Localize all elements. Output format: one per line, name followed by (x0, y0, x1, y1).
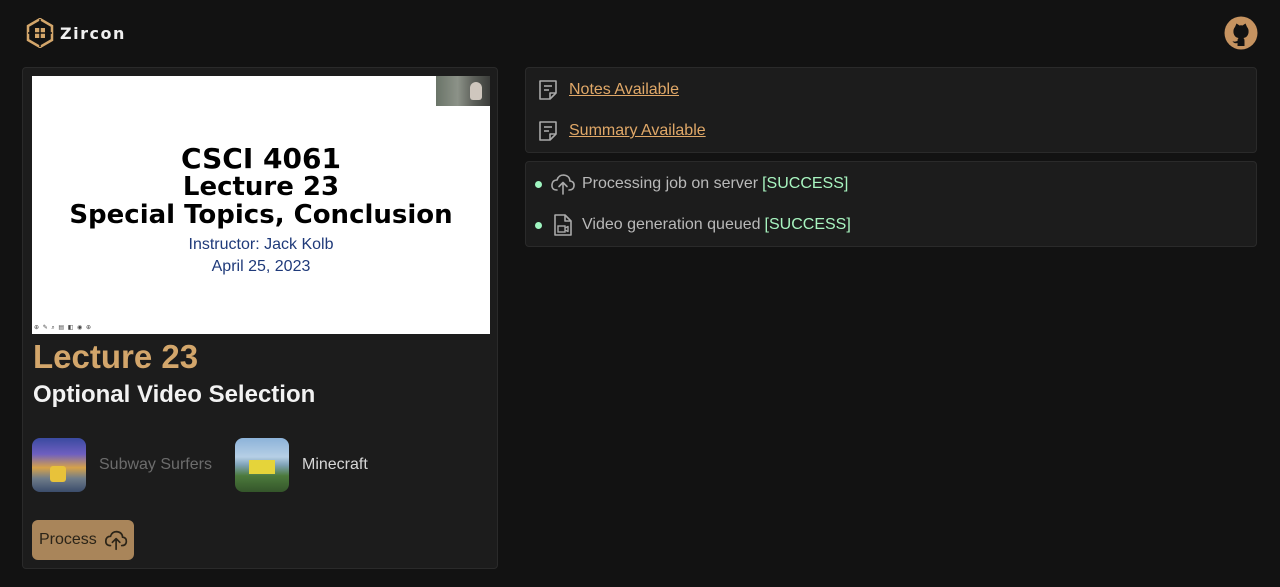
cloud-upload-icon (551, 174, 575, 195)
status-result: [SUCCESS] (762, 175, 849, 192)
slide-instructor: Instructor: Jack Kolb (188, 236, 334, 253)
app-name: Zircon (60, 23, 126, 43)
logo[interactable]: Zircon (26, 18, 126, 48)
summary-row: Summary Available (537, 120, 706, 142)
slide-course: CSCI 4061 (181, 142, 341, 175)
status-row-video: Video generation queued [SUCCESS] (535, 213, 851, 237)
slide-lecture: Lecture 23 (182, 172, 340, 202)
video-option-label: Minecraft (302, 456, 368, 473)
process-button-label: Process (39, 531, 97, 548)
video-file-icon (554, 214, 572, 236)
cloud-upload-icon (104, 530, 128, 551)
status-text: Processing job on server (582, 175, 759, 192)
documents-card: Notes Available Summary Available (525, 67, 1257, 153)
success-dot (535, 180, 542, 188)
video-option-subway-surfers[interactable]: Subway Surfers (32, 438, 212, 492)
lecture-panel: CSCI 4061 Lecture 23 Special Topics, Con… (22, 67, 498, 569)
zircon-logo-icon (26, 18, 54, 48)
video-option-minecraft[interactable]: Minecraft (235, 438, 368, 492)
notes-row: Notes Available (537, 79, 679, 101)
status-row-processing: Processing job on server [SUCCESS] (535, 173, 848, 195)
document-icon (539, 80, 557, 100)
minecraft-thumbnail (235, 438, 289, 492)
status-result: [SUCCESS] (764, 216, 851, 233)
status-text: Video generation queued (582, 216, 761, 233)
header: Zircon (0, 0, 1280, 66)
document-icon (539, 121, 557, 141)
slide-toolbar-icons: ⊕ ✎ ⌕ ▤ ◧ ◉ ⊕ (34, 325, 93, 331)
slide-date: April 25, 2023 (211, 258, 311, 275)
lecture-title: Lecture 23 (33, 338, 199, 375)
slide-topic: Special Topics, Conclusion (69, 200, 453, 230)
notes-link[interactable]: Notes Available (569, 81, 679, 99)
success-dot (535, 221, 542, 229)
status-card: Processing job on server [SUCCESS] Video… (525, 161, 1257, 247)
video-selection-heading: Optional Video Selection (33, 381, 316, 408)
speaker-webcam (436, 76, 490, 106)
video-preview[interactable]: CSCI 4061 Lecture 23 Special Topics, Con… (32, 76, 490, 334)
process-button[interactable]: Process (32, 520, 134, 560)
subway-surfers-thumbnail (32, 438, 86, 492)
video-option-label: Subway Surfers (99, 456, 212, 473)
github-icon[interactable] (1224, 16, 1258, 50)
summary-link[interactable]: Summary Available (569, 122, 706, 140)
